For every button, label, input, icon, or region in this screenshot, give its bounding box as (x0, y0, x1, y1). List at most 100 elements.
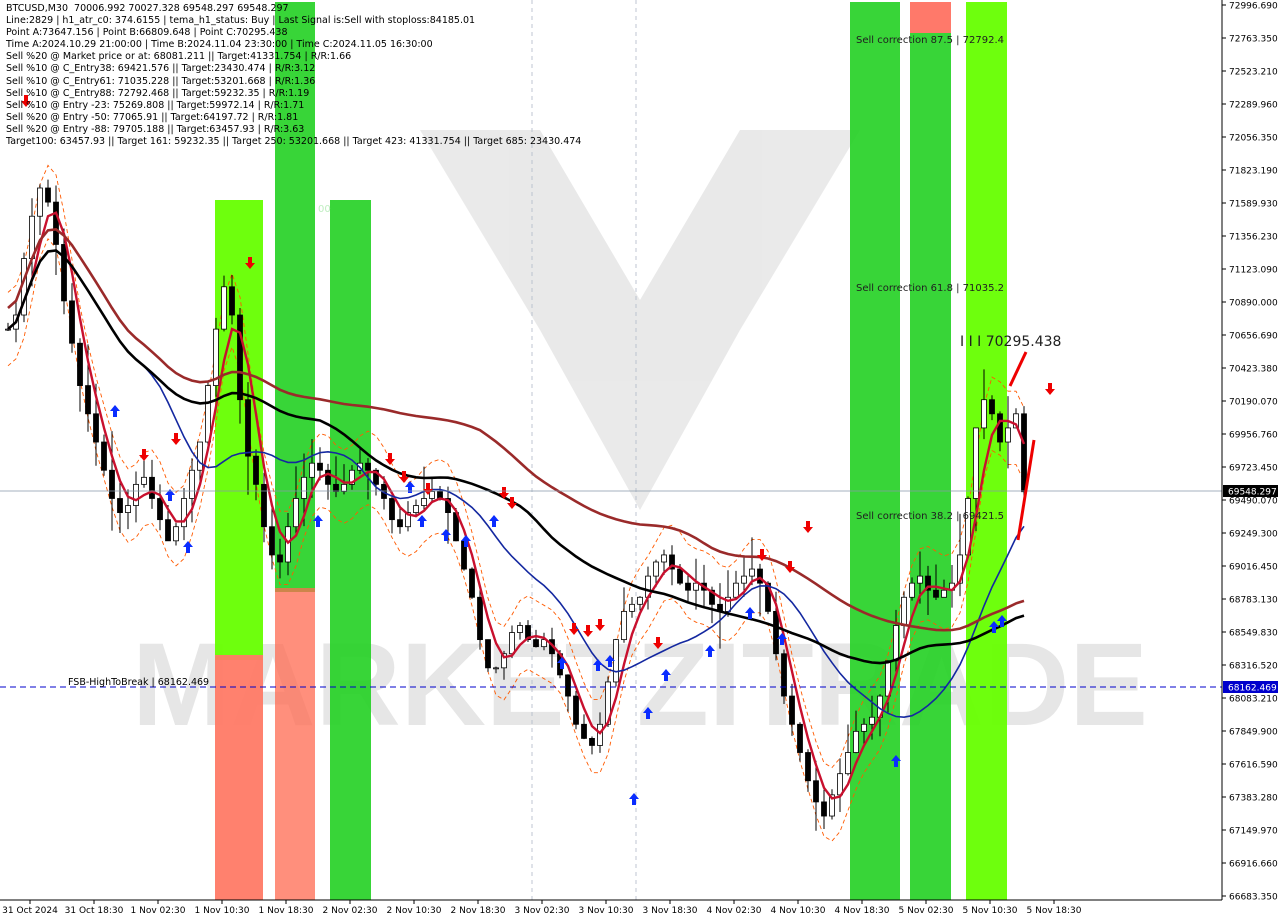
zone-salmon-2 (275, 588, 315, 900)
candle-body (629, 603, 635, 612)
y-tick-label: 72523.210 (1229, 68, 1278, 78)
y-tick-label: 72056.350 (1229, 134, 1278, 144)
candle-body (69, 300, 75, 344)
candle-body (597, 723, 603, 746)
candle-body (117, 498, 123, 513)
candle-body (1005, 427, 1011, 443)
info-line: Target100: 63457.93 || Target 161: 59232… (6, 136, 582, 148)
sell-correction-87-label: Sell correction 87.5 | 72792.4 (856, 35, 1004, 46)
candle-body (973, 427, 979, 499)
candle-body (693, 582, 699, 591)
y-tick-label: 71356.230 (1229, 233, 1278, 243)
candle-body (325, 469, 331, 485)
candle-body (189, 469, 195, 499)
fsb-price-tag: 68162.469 (1228, 684, 1277, 694)
candle-body (933, 589, 939, 598)
candle-body (101, 441, 107, 471)
candle-body (37, 187, 43, 217)
candle-body (45, 187, 51, 203)
candle-body (53, 201, 59, 245)
candle-body (517, 625, 523, 633)
y-tick-label: 67383.280 (1229, 794, 1278, 804)
candle-body (997, 413, 1003, 443)
x-tick-label: 1 Nov 02:30 (131, 906, 186, 916)
candle-body (813, 780, 819, 803)
candle-body (309, 462, 315, 478)
y-tick-label: 68083.210 (1229, 695, 1278, 705)
y-tick-label: 69723.450 (1229, 464, 1278, 474)
candle-body (469, 568, 475, 598)
time-axis-bg (0, 900, 1280, 920)
candle-body (989, 399, 995, 415)
candle-body (77, 342, 83, 386)
candle-body (133, 483, 139, 506)
candle-body (573, 695, 579, 725)
candle-body (757, 568, 763, 584)
info-line: Sell %20 @ Market price or at: 68081.211… (6, 51, 352, 63)
y-tick-label: 66916.660 (1229, 860, 1278, 870)
candle-body (581, 723, 587, 739)
candle-body (485, 639, 491, 669)
y-tick-label: 72763.350 (1229, 35, 1278, 45)
candle-body (317, 462, 323, 471)
candle-body (861, 723, 867, 732)
candle-body (109, 469, 115, 499)
candle-body (533, 639, 539, 648)
zone-green-4 (850, 2, 900, 900)
current-price-tag: 69548.297 (1228, 488, 1277, 498)
y-tick-label: 68316.520 (1229, 662, 1278, 672)
candle-body (653, 561, 659, 577)
zone-green-3 (330, 200, 371, 900)
info-line: Sell %20 @ Entry -50: 77065.91 || Target… (6, 111, 299, 123)
y-tick-label: 67616.590 (1229, 761, 1278, 771)
candle-body (165, 519, 171, 542)
info-line: Line:2829 | h1_atr_c0: 374.6155 | tema_h… (6, 15, 476, 27)
candle-body (621, 610, 627, 641)
candle-body (845, 752, 851, 775)
y-tick-label: 72996.690 (1229, 2, 1278, 12)
candle-body (837, 773, 843, 796)
info-line: Sell %10 @ C_Entry38: 69421.576 || Targe… (6, 63, 316, 75)
candle-body (197, 441, 203, 471)
candle-body (285, 526, 291, 563)
y-tick-label: 70190.070 (1229, 398, 1278, 408)
info-line: Sell %20 @ Entry -88: 79705.188 || Targe… (6, 123, 305, 135)
y-tick-label: 69249.300 (1229, 530, 1278, 540)
info-line: Point A:73647.156 | Point B:66809.648 | … (6, 27, 288, 39)
point-c-label: I I I 70295.438 (960, 334, 1061, 350)
y-tick-label: 68549.830 (1229, 629, 1278, 639)
info-line: Time A:2024.10.29 21:00:00 | Time B:2024… (6, 39, 433, 51)
x-tick-label: 3 Nov 02:30 (515, 906, 570, 916)
candle-body (277, 554, 283, 563)
x-tick-label: 3 Nov 18:30 (643, 906, 698, 916)
info-line: BTCUSD,M30 70006.992 70027.328 69548.297… (6, 3, 289, 14)
candle-body (397, 519, 403, 528)
candle-body (781, 653, 787, 697)
info-line: Sell %10 @ C_Entry61: 71035.228 || Targe… (6, 75, 316, 87)
candle-body (293, 498, 299, 528)
x-tick-label: 4 Nov 18:30 (835, 906, 890, 916)
candle-body (917, 575, 923, 584)
y-tick-label: 71823.190 (1229, 167, 1278, 177)
candle-body (685, 582, 691, 591)
candle-body (733, 582, 739, 598)
candle-body (429, 491, 435, 499)
candle-body (173, 526, 179, 542)
sell-correction-38-label: Sell correction 38.2 | 69421.5 (856, 511, 1004, 522)
candle-body (149, 476, 155, 499)
zone-green-5 (910, 33, 951, 900)
candle-body (229, 286, 235, 316)
candle-body (589, 738, 595, 746)
candle-body (893, 625, 899, 662)
y-tick-label: 70423.380 (1229, 365, 1278, 375)
candle-body (93, 413, 99, 443)
candle-body (509, 632, 515, 655)
candle-body (253, 455, 259, 485)
x-tick-label: 4 Nov 10:30 (771, 906, 826, 916)
x-tick-label: 2 Nov 02:30 (323, 906, 378, 916)
chart-window[interactable]: MARKETZITRADE 00 Sell correction 87.5 | … (0, 0, 1280, 920)
x-tick-label: 5 Nov 10:30 (963, 906, 1018, 916)
candle-body (221, 286, 227, 330)
candle-body (125, 505, 131, 513)
x-tick-label: 3 Nov 10:30 (579, 906, 634, 916)
